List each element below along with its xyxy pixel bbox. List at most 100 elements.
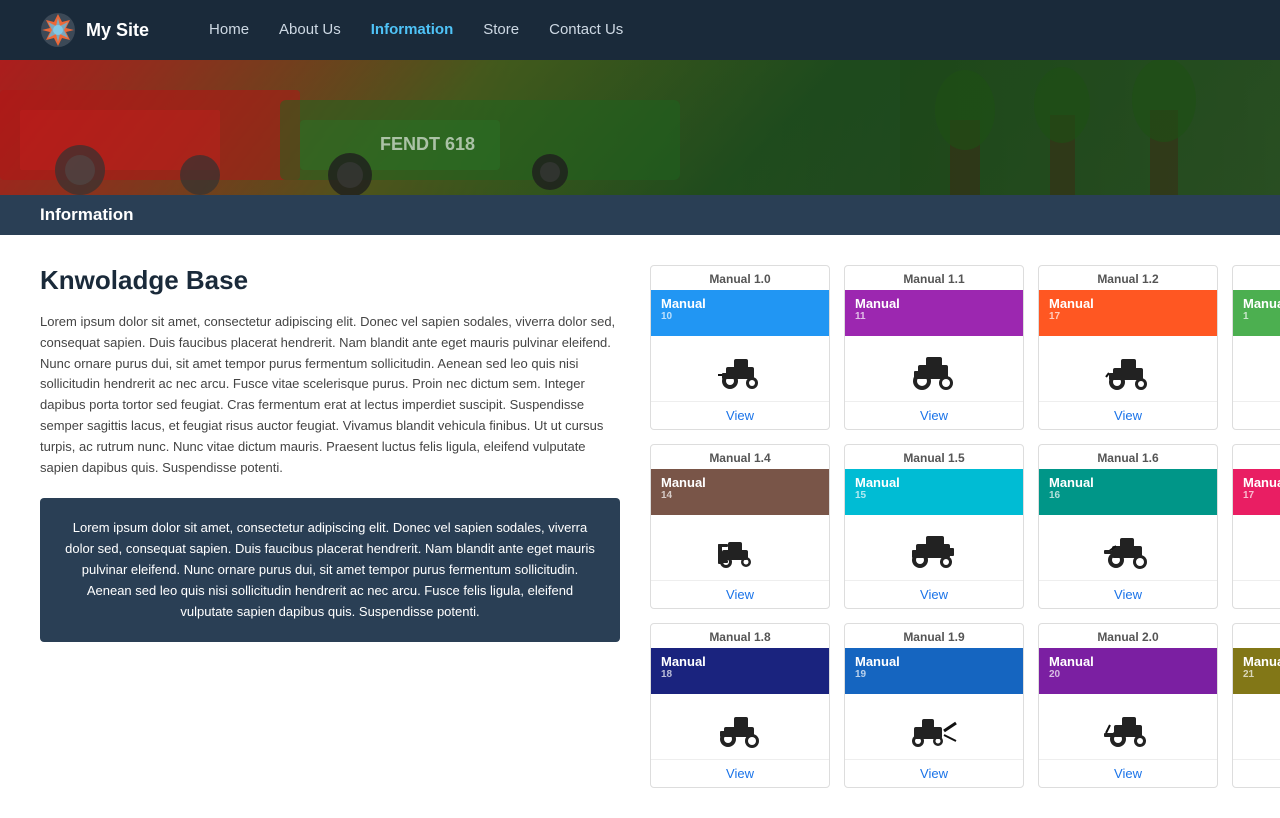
manual-card-1.5: Manual 1.5 Manual 15 View (844, 444, 1024, 609)
manual-card-1.7: Manual 1.7 Manual 17 View (1232, 444, 1280, 609)
manual-label-1.6: Manual (1049, 475, 1094, 490)
manual-card-icon-1.6 (1039, 515, 1217, 580)
manual-num-2.0: 20 (1049, 669, 1207, 680)
manual-card-icon-1.4 (651, 515, 829, 580)
manual-card-icon-1.8 (651, 694, 829, 759)
navbar: My Site Home About Us Information Store … (0, 0, 1280, 60)
manual-card-icon-1.1 (845, 336, 1023, 401)
manual-view-link-1.2[interactable]: View (1039, 401, 1217, 429)
manual-card-banner-1.5: Manual 15 (845, 469, 1023, 515)
manual-view-link-1.6[interactable]: View (1039, 580, 1217, 608)
hero-svg: FENDT 618 (0, 60, 1280, 195)
main-content: Knwoladge Base Lorem ipsum dolor sit ame… (0, 235, 1280, 818)
manual-card-1.3: Manual 1.3 Manual 1 View (1232, 265, 1280, 430)
manual-card-title-1.5: Manual 1.5 (845, 445, 1023, 469)
manual-card-title-1.6: Manual 1.6 (1039, 445, 1217, 469)
manual-card-icon-1.5 (845, 515, 1023, 580)
manual-num-1.9: 19 (855, 669, 1013, 680)
manual-view-link-1.7[interactable]: View (1233, 580, 1280, 608)
manual-card-title-1.4: Manual 1.4 (651, 445, 829, 469)
nav-about[interactable]: About Us (279, 21, 341, 38)
manual-card-title-1.1: Manual 1.1 (845, 266, 1023, 290)
manual-card-title-1.9: Manual 1.9 (845, 624, 1023, 648)
manual-label-2.1: Manual (1243, 654, 1280, 669)
manual-card-1.2: Manual 1.2 Manual 17 View (1038, 265, 1218, 430)
manual-card-1.8: Manual 1.8 Manual 18 View (650, 623, 830, 788)
manual-card-1.0: Manual 1.0 Manual 10 View (650, 265, 830, 430)
nav-information[interactable]: Information (371, 21, 454, 38)
quote-box: Lorem ipsum dolor sit amet, consectetur … (40, 498, 620, 642)
manual-label-1.4: Manual (661, 475, 706, 490)
body-text: Lorem ipsum dolor sit amet, consectetur … (40, 312, 620, 478)
manual-label-1.2: Manual (1049, 296, 1094, 311)
manual-card-title-1.2: Manual 1.2 (1039, 266, 1217, 290)
manual-card-title-1.8: Manual 1.8 (651, 624, 829, 648)
hero-graphic: FENDT 618 (0, 60, 1280, 195)
manual-card-1.4: Manual 1.4 Manual 14 View (650, 444, 830, 609)
breadcrumb-text: Information (40, 205, 134, 224)
manual-card-title-2.1: Manual 2.1 (1233, 624, 1280, 648)
manual-grid: Manual 1.0 Manual 10 View Manual 1.1 Man… (650, 265, 1280, 788)
manual-view-link-2.1[interactable]: View (1233, 759, 1280, 787)
manual-card-icon-1.9 (845, 694, 1023, 759)
manual-card-banner-1.7: Manual 17 (1233, 469, 1280, 515)
section-title: Knwoladge Base (40, 265, 620, 296)
svg-text:FENDT 618: FENDT 618 (380, 134, 475, 154)
manual-label-1.7: Manual (1243, 475, 1280, 490)
manual-view-link-2.0[interactable]: View (1039, 759, 1217, 787)
manual-card-banner-2.0: Manual 20 (1039, 648, 1217, 694)
manual-label-2.0: Manual (1049, 654, 1094, 669)
manual-card-1.6: Manual 1.6 Manual 16 View (1038, 444, 1218, 609)
manual-card-banner-1.9: Manual 19 (845, 648, 1023, 694)
manual-label-1.5: Manual (855, 475, 900, 490)
manual-label-1.8: Manual (661, 654, 706, 669)
manual-card-banner-1.2: Manual 17 (1039, 290, 1217, 336)
manual-card-icon-1.3 (1233, 336, 1280, 401)
manual-num-1.3: 1 (1243, 311, 1280, 322)
manual-num-1.5: 15 (855, 490, 1013, 501)
manual-view-link-1.1[interactable]: View (845, 401, 1023, 429)
manual-card-banner-2.1: Manual 21 (1233, 648, 1280, 694)
manual-card-title-2.0: Manual 2.0 (1039, 624, 1217, 648)
right-column: Manual 1.0 Manual 10 View Manual 1.1 Man… (650, 265, 1280, 788)
hero-banner: FENDT 618 (0, 60, 1280, 195)
manual-view-link-1.4[interactable]: View (651, 580, 829, 608)
site-logo[interactable]: My Site (40, 12, 149, 48)
manual-card-icon-1.7 (1233, 515, 1280, 580)
manual-view-link-1.3[interactable]: View (1233, 401, 1280, 429)
manual-card-icon-1.0 (651, 336, 829, 401)
manual-card-title-1.0: Manual 1.0 (651, 266, 829, 290)
manual-view-link-1.0[interactable]: View (651, 401, 829, 429)
manual-num-1.1: 11 (855, 311, 1013, 322)
manual-label-1.9: Manual (855, 654, 900, 669)
nav-home[interactable]: Home (209, 21, 249, 38)
manual-card-1.1: Manual 1.1 Manual 11 View (844, 265, 1024, 430)
manual-num-1.6: 16 (1049, 490, 1207, 501)
manual-card-2.1: Manual 2.1 Manual 21 View (1232, 623, 1280, 788)
manual-num-1.0: 10 (661, 311, 819, 322)
quote-text: Lorem ipsum dolor sit amet, consectetur … (64, 518, 596, 622)
manual-view-link-1.9[interactable]: View (845, 759, 1023, 787)
manual-card-banner-1.8: Manual 18 (651, 648, 829, 694)
manual-label-1.1: Manual (855, 296, 900, 311)
manual-num-1.7: 17 (1243, 490, 1280, 501)
left-column: Knwoladge Base Lorem ipsum dolor sit ame… (40, 265, 620, 788)
manual-num-2.1: 21 (1243, 669, 1280, 680)
site-name: My Site (86, 20, 149, 41)
manual-view-link-1.8[interactable]: View (651, 759, 829, 787)
manual-card-banner-1.4: Manual 14 (651, 469, 829, 515)
manual-card-1.9: Manual 1.9 Manual 19 View (844, 623, 1024, 788)
manual-card-banner-1.0: Manual 10 (651, 290, 829, 336)
manual-card-title-1.7: Manual 1.7 (1233, 445, 1280, 469)
manual-view-link-1.5[interactable]: View (845, 580, 1023, 608)
nav-contact[interactable]: Contact Us (549, 21, 623, 38)
logo-icon (40, 12, 76, 48)
manual-card-icon-2.0 (1039, 694, 1217, 759)
nav-store[interactable]: Store (483, 21, 519, 38)
nav-links: Home About Us Information Store Contact … (209, 21, 623, 39)
manual-num-1.2: 17 (1049, 311, 1207, 322)
manual-card-title-1.3: Manual 1.3 (1233, 266, 1280, 290)
manual-label-1.0: Manual (661, 296, 706, 311)
manual-num-1.4: 14 (661, 490, 819, 501)
manual-card-2.0: Manual 2.0 Manual 20 View (1038, 623, 1218, 788)
